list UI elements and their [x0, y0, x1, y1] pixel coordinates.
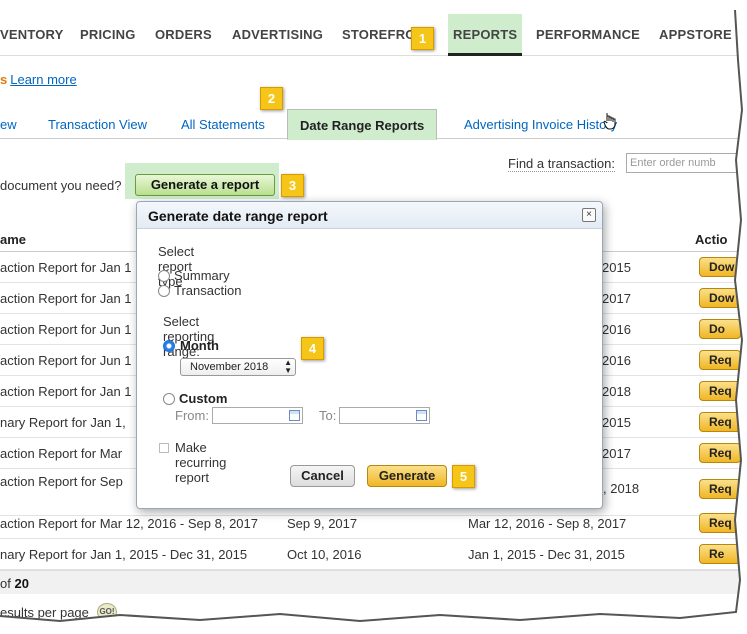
pager-summary: of 20 [0, 576, 29, 591]
request-button[interactable]: Re [699, 544, 741, 564]
report-range: , 2018 [603, 481, 640, 496]
nav-performance[interactable]: PERFORMANCE [536, 14, 640, 56]
report-range: Jan 1, 2015 - Dec 31, 2015 [468, 547, 625, 562]
report-range: 2018 [602, 384, 631, 399]
dialog-header: Generate date range report × [137, 202, 602, 229]
nav-inventory[interactable]: VENTORY [0, 14, 64, 56]
nav-pricing[interactable]: PRICING [80, 14, 136, 56]
calendar-icon[interactable] [416, 410, 427, 421]
month-radio[interactable] [163, 340, 175, 352]
dialog-title: Generate date range report [148, 208, 328, 224]
report-name: nary Report for Jan 1, 2015 - Dec 31, 20… [0, 547, 248, 562]
nav-reports[interactable]: REPORTS [448, 14, 523, 56]
nav-appstore[interactable]: APPSTORE [659, 14, 732, 56]
report-range: 2016 [602, 353, 631, 368]
to-label: To: [319, 408, 337, 423]
table-row: action Report for Mar 12, 2016 - Sep 8, … [0, 508, 741, 539]
results-per-page-label: esults per page [0, 605, 89, 620]
pager-prefix: of [0, 576, 11, 591]
request-button[interactable]: Req [699, 479, 741, 499]
report-range: 2015 [602, 415, 631, 430]
column-action-header: Actio [695, 232, 728, 247]
cancel-button[interactable]: Cancel [290, 465, 355, 487]
month-select-value: November 2018 [190, 361, 269, 373]
tab-overview[interactable]: ew [0, 109, 17, 139]
top-navigation: VENTORY PRICING ORDERS ADVERTISING STORE… [0, 14, 740, 56]
report-name: action Report for Jan 1 [0, 384, 132, 399]
find-transaction-input[interactable]: Enter order numb [626, 153, 746, 173]
callout-badge-4: 4 [301, 337, 324, 360]
download-button[interactable]: Do [699, 319, 741, 339]
recurring-label: Make recurring report [175, 440, 227, 485]
table-row: nary Report for Jan 1, 2015 - Dec 31, 20… [0, 539, 741, 570]
tab-date-range-reports[interactable]: Date Range Reports [287, 109, 438, 140]
generate-button[interactable]: Generate [367, 465, 447, 487]
month-select[interactable]: November 2018 ▲ ▼ [180, 358, 296, 376]
transaction-label: Transaction [174, 283, 242, 298]
custom-label: Custom [179, 391, 228, 406]
find-transaction-label: Find a transaction: [508, 156, 615, 172]
document-question: document you need? [0, 178, 122, 193]
report-range: 2017 [602, 446, 631, 461]
custom-radio[interactable] [163, 393, 175, 405]
tab-advertising-invoice-history[interactable]: Advertising Invoice History [464, 109, 617, 139]
transaction-radio[interactable] [158, 285, 170, 297]
summary-label: Summary [174, 268, 230, 283]
callout-badge-3: 3 [281, 174, 304, 197]
report-range: 2017 [602, 291, 631, 306]
column-name-header: ame [0, 232, 27, 247]
report-name: nary Report for Jan 1, [0, 415, 126, 430]
download-button[interactable]: Dow [699, 288, 741, 308]
select-arrows-icon: ▲ ▼ [284, 358, 292, 375]
tab-all-statements[interactable]: All Statements [181, 109, 265, 139]
report-range: Mar 12, 2016 - Sep 8, 2017 [468, 516, 627, 531]
generate-report-button[interactable]: Generate a report [135, 174, 275, 196]
request-button[interactable]: Req [699, 350, 741, 370]
callout-badge-1: 1 [411, 27, 434, 50]
report-name: action Report for Jun 1 [0, 353, 132, 368]
go-button[interactable]: GO! [97, 603, 117, 621]
nav-advertising[interactable]: ADVERTISING [232, 14, 323, 56]
month-label: Month [180, 338, 219, 353]
download-button[interactable]: Dow [699, 257, 741, 277]
request-button[interactable]: Req [699, 443, 741, 463]
callout-badge-2: 2 [260, 87, 283, 110]
report-name: action Report for Jan 1 [0, 291, 132, 306]
to-date-input[interactable] [339, 407, 430, 424]
hand-cursor-icon [603, 113, 616, 130]
request-button[interactable]: Req [699, 412, 741, 432]
report-name: action Report for Jan 1 [0, 260, 132, 275]
nav-storefront[interactable]: STOREFRO [342, 14, 416, 56]
from-label: From: [175, 408, 209, 423]
from-date-input[interactable] [212, 407, 303, 424]
report-name: action Report for Sep [0, 474, 123, 489]
report-date: Sep 9, 2017 [287, 516, 358, 531]
pager-total: 20 [14, 576, 29, 591]
table-footer [0, 570, 740, 594]
report-range: 2016 [602, 322, 631, 337]
learn-more-line: s Learn more [0, 72, 77, 87]
learn-more-bullet: s [0, 72, 8, 87]
tab-transaction-view[interactable]: Transaction View [48, 109, 147, 139]
request-button[interactable]: Req [699, 513, 741, 533]
request-button[interactable]: Req [699, 381, 741, 401]
report-subtabs: ew Transaction View All Statements Date … [0, 109, 740, 140]
nav-orders[interactable]: ORDERS [155, 14, 212, 56]
calendar-icon[interactable] [289, 410, 300, 421]
report-date: Oct 10, 2016 [287, 547, 362, 562]
close-icon[interactable]: × [582, 208, 596, 222]
report-range: 2015 [602, 260, 631, 275]
report-name: action Report for Mar 12, 2016 - Sep 8, … [0, 516, 258, 531]
callout-badge-5: 5 [452, 465, 475, 488]
learn-more-link[interactable]: Learn more [10, 72, 76, 87]
summary-radio[interactable] [158, 270, 170, 282]
recurring-checkbox[interactable] [159, 443, 169, 453]
report-name: action Report for Jun 1 [0, 322, 132, 337]
report-name: action Report for Mar [0, 446, 123, 461]
